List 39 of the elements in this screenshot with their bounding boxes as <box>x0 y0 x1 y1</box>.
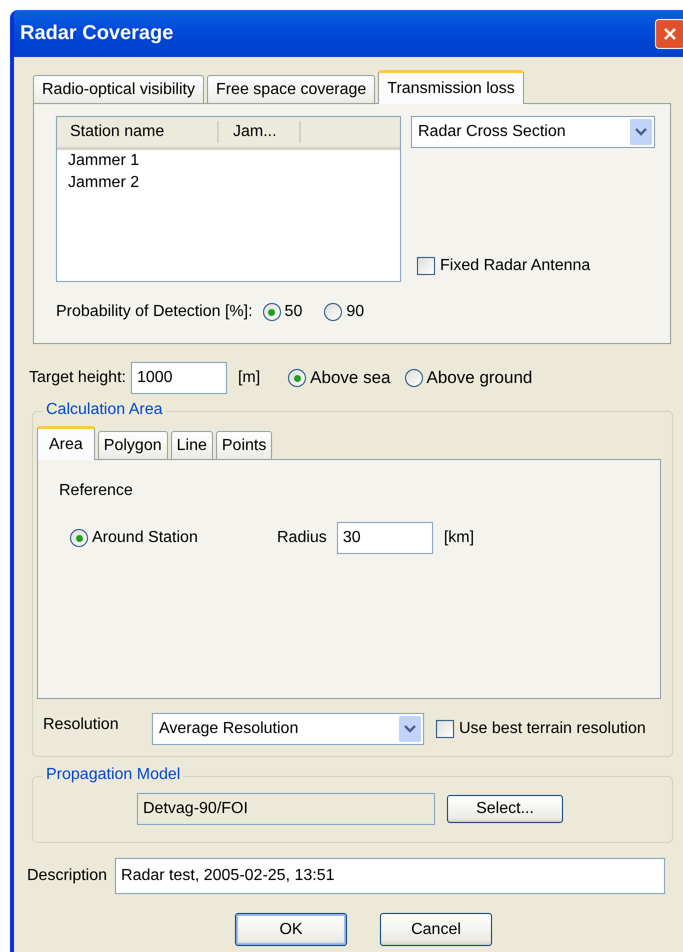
input-field[interactable]: Radar test, 2005-02-25, 13:51 <box>115 858 666 894</box>
tab[interactable]: Free space coverage <box>206 75 376 103</box>
tab[interactable]: Points <box>216 431 272 459</box>
field-label: Probability of Detection [%]: <box>56 303 253 321</box>
radio-option[interactable]: 50 <box>262 303 302 321</box>
input-field[interactable]: 30 <box>336 522 433 554</box>
list-item[interactable]: Jammer 2 <box>57 172 400 194</box>
read-only-field: Detvag-90/FOI <box>137 793 435 825</box>
radio-option[interactable]: Around Station <box>70 529 277 547</box>
radio-option[interactable]: 90 <box>324 303 364 321</box>
window-title: Radar Coverage <box>20 22 174 45</box>
close-icon <box>662 26 678 42</box>
checkbox[interactable]: Use best terrain resolution <box>436 720 646 738</box>
field-label: Description <box>27 867 108 885</box>
close-button[interactable] <box>655 18 683 48</box>
checkbox[interactable]: Fixed Radar Antenna <box>417 257 655 275</box>
dropdown[interactable]: Average Resolution <box>152 713 424 745</box>
tab[interactable]: Polygon <box>98 431 168 459</box>
tab[interactable]: Radio-optical visibility <box>33 75 204 103</box>
field-label: Radius <box>277 529 327 547</box>
column-header[interactable]: Jam... <box>219 121 301 143</box>
tab[interactable]: Area <box>37 426 95 460</box>
field-label: Resolution <box>43 716 120 734</box>
input-field[interactable]: 1000 <box>130 362 227 394</box>
list-item[interactable]: Jammer 1 <box>57 150 400 172</box>
dialog-button[interactable]: Cancel <box>380 913 492 946</box>
dialog-button[interactable]: OK <box>235 913 347 946</box>
group-title: Propagation Model <box>43 766 184 784</box>
radio-option[interactable]: Above ground <box>404 368 532 388</box>
section-label: Reference <box>59 482 134 500</box>
radio-option[interactable]: Above sea <box>288 368 391 388</box>
tab[interactable]: Transmission loss <box>378 70 524 104</box>
column-header[interactable]: Station name <box>57 121 219 143</box>
select-button[interactable]: Select... <box>447 795 563 823</box>
tab[interactable]: Line <box>170 431 213 459</box>
field-label: Target height: <box>29 369 126 387</box>
dropdown[interactable]: Radar Cross Section <box>411 116 655 148</box>
unit-label: [km] <box>444 529 474 547</box>
unit-label: [m] <box>238 369 260 387</box>
